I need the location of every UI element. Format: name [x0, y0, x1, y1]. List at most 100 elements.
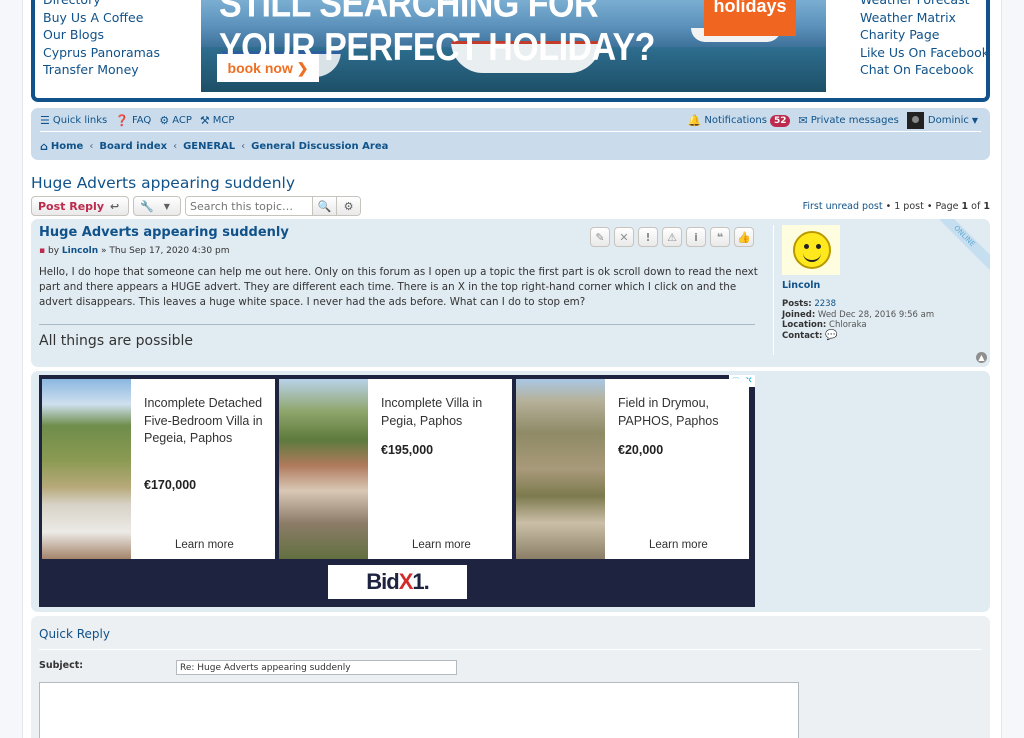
- chevron-left-icon: ‹: [89, 140, 94, 152]
- holiday-banner-ad[interactable]: STILL SEARCHING FOR YOUR PERFECT HOLIDAY…: [201, 0, 826, 92]
- breadcrumb-home[interactable]: Home: [51, 141, 83, 152]
- edit-button[interactable]: ✎: [590, 227, 610, 247]
- faq-link[interactable]: ❓ FAQ: [115, 114, 151, 127]
- thumbs-up-icon: 👍: [737, 230, 751, 244]
- breadcrumb-general[interactable]: GENERAL: [183, 141, 235, 152]
- delete-button[interactable]: ✕: [614, 227, 634, 247]
- post-signature: All things are possible: [39, 333, 193, 349]
- learn-more-link[interactable]: Learn more: [412, 539, 471, 551]
- caret-down-icon: ▼: [971, 116, 978, 125]
- home-icon: ⌂: [40, 139, 48, 153]
- notifications-link[interactable]: 🔔 Notifications 52: [688, 114, 791, 127]
- quote-icon: ❝: [716, 230, 724, 244]
- topic-search: 🔍 ⚙: [185, 196, 361, 216]
- caret-down-icon: ▼: [163, 201, 170, 211]
- topic-tools-button[interactable]: 🔧 ▼: [133, 196, 181, 216]
- page-wrap: Directory Buy Us A Coffee Our Blogs Cypr…: [22, 0, 1002, 738]
- reply-icon: ↩: [110, 199, 120, 213]
- profile-joined: Joined: Wed Dec 28, 2016 9:56 am: [782, 309, 935, 320]
- back-to-top-icon[interactable]: ▲: [976, 352, 987, 363]
- quick-reply-title: Quick Reply: [39, 627, 110, 641]
- ad-container: ⓘ✕ Incomplete Detached Five-Bedroom Vill…: [31, 371, 990, 612]
- profile-contact: Contact: 💬: [782, 329, 838, 341]
- post-reply-button[interactable]: Post Reply ↩: [31, 196, 129, 216]
- profile-username[interactable]: Lincoln: [782, 280, 983, 291]
- header-link[interactable]: Buy Us A Coffee: [43, 9, 160, 27]
- header-link[interactable]: Chat On Facebook: [860, 61, 989, 79]
- ad-card-price: €170,000: [144, 478, 197, 492]
- search-input[interactable]: [186, 197, 312, 215]
- post-file-icon: ▪: [39, 246, 46, 256]
- ad-card-title: Field in Drymou, PAPHOS, Paphos: [618, 396, 719, 428]
- header-link[interactable]: Cyprus Panoramas: [43, 44, 160, 62]
- property-image: [516, 379, 605, 559]
- book-now-button[interactable]: book now ❯: [217, 54, 319, 82]
- post-title[interactable]: Huge Adverts appearing suddenly: [39, 225, 289, 240]
- question-icon: ❓: [115, 114, 129, 127]
- site-header: Directory Buy Us A Coffee Our Blogs Cypr…: [31, 0, 990, 102]
- search-button[interactable]: 🔍: [312, 197, 336, 215]
- quick-links-menu[interactable]: ☰ Quick links: [40, 114, 107, 127]
- header-link[interactable]: Weather Forecast: [860, 0, 989, 9]
- private-messages-link[interactable]: ✉ Private messages: [798, 114, 898, 127]
- signature-divider: [39, 324, 755, 325]
- wrench-icon: 🔧: [140, 199, 154, 213]
- breadcrumb-forum[interactable]: General Discussion Area: [251, 141, 388, 152]
- header-link[interactable]: Weather Matrix: [860, 9, 989, 27]
- bell-icon: 🔔: [687, 114, 702, 127]
- notification-count-badge: 52: [769, 114, 791, 127]
- post-author-link[interactable]: Lincoln: [62, 246, 98, 256]
- pencil-icon: ✎: [595, 230, 605, 244]
- subject-label: Subject:: [39, 660, 84, 671]
- ad-card-title: Incomplete Villa in Pegia, Paphos: [381, 396, 483, 428]
- gear-icon: ⚙: [343, 199, 354, 213]
- subject-input[interactable]: [176, 660, 457, 675]
- header-links-left: Directory Buy Us A Coffee Our Blogs Cypr…: [43, 0, 160, 79]
- bidx1-logo[interactable]: Bid X 1.: [328, 565, 467, 599]
- like-button[interactable]: 👍: [734, 227, 754, 247]
- chevron-left-icon: ‹: [173, 140, 178, 152]
- user-menu[interactable]: Dominic ▼: [906, 112, 981, 129]
- ad-card-title: Incomplete Detached Five-Bedroom Villa i…: [144, 396, 263, 445]
- quote-button[interactable]: ❝: [710, 227, 730, 247]
- navbar-top-row: ☰ Quick links ❓ FAQ ⚙ ACP ⚒ MCP 🔔 Notifi…: [40, 110, 981, 132]
- ad-card-price: €195,000: [381, 443, 434, 457]
- quick-reply-panel: Quick Reply Subject:: [31, 616, 990, 738]
- exclamation-icon: !: [645, 230, 651, 244]
- inbox-icon: ✉: [798, 114, 808, 127]
- topic-title[interactable]: Huge Adverts appearing suddenly: [31, 174, 295, 192]
- online-ribbon: ONLINE: [940, 219, 990, 269]
- report-button[interactable]: !: [638, 227, 658, 247]
- property-image: [279, 379, 368, 559]
- ad-card[interactable]: Incomplete Villa in Pegia, Paphos €195,0…: [279, 379, 512, 559]
- header-link[interactable]: Charity Page: [860, 26, 989, 44]
- ad-card[interactable]: Field in Drymou, PAPHOS, Paphos €20,000 …: [516, 379, 749, 559]
- message-textarea[interactable]: [39, 682, 799, 738]
- navbar-user-area: 🔔 Notifications 52 ✉ Private messages Do…: [688, 112, 981, 129]
- ad-card-price: €20,000: [618, 443, 664, 457]
- mcp-link[interactable]: ⚒ MCP: [200, 114, 235, 127]
- divider: [39, 649, 982, 650]
- acp-link[interactable]: ⚙ ACP: [159, 114, 192, 127]
- chevron-left-icon: ‹: [241, 140, 246, 152]
- speech-bubble-icon[interactable]: 💬: [825, 330, 837, 341]
- learn-more-link[interactable]: Learn more: [175, 539, 234, 551]
- post-buttons: ✎ ✕ ! ⚠ i ❝ 👍: [586, 227, 754, 247]
- warn-button[interactable]: ⚠: [662, 227, 682, 247]
- smiley-sun-icon: [793, 231, 831, 269]
- header-link[interactable]: Like Us On Facebook: [860, 44, 989, 62]
- ad-card[interactable]: Incomplete Detached Five-Bedroom Villa i…: [42, 379, 275, 559]
- header-link[interactable]: Our Blogs: [43, 26, 160, 44]
- property-ad[interactable]: ⓘ✕ Incomplete Detached Five-Bedroom Vill…: [39, 375, 755, 607]
- info-button[interactable]: i: [686, 227, 706, 247]
- advanced-search-button[interactable]: ⚙: [336, 197, 360, 215]
- first-unread-link[interactable]: First unread post: [803, 201, 883, 212]
- header-link[interactable]: Transfer Money: [43, 61, 160, 79]
- topic-action-bar: Post Reply ↩ 🔧 ▼ 🔍 ⚙ First unread post •…: [31, 195, 990, 217]
- pagination: First unread post • 1 post • Page 1 of 1: [802, 200, 990, 212]
- learn-more-link[interactable]: Learn more: [649, 539, 708, 551]
- author-avatar[interactable]: [782, 225, 840, 275]
- breadcrumb-board-index[interactable]: Board index: [99, 141, 167, 152]
- header-link[interactable]: Directory: [43, 0, 160, 9]
- post-date: » Thu Sep 17, 2020 4:30 pm: [101, 246, 230, 256]
